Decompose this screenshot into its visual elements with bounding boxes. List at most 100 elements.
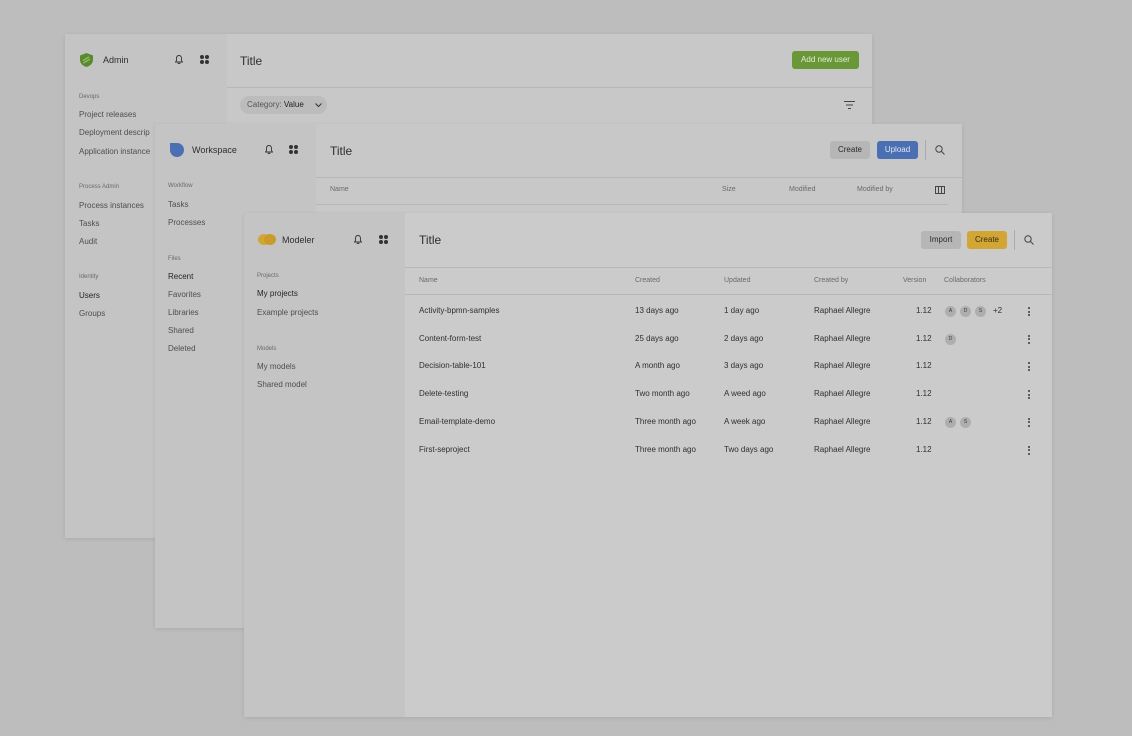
sidebar-item-my-projects[interactable]: My projects [257, 289, 298, 298]
header-divider [405, 267, 1052, 268]
updated-cell: 3 days ago [724, 361, 764, 371]
created-by-cell: Raphael Allegre [814, 444, 871, 454]
version-cell: 1.12 [916, 361, 932, 371]
created-cell: 13 days ago [635, 306, 679, 315]
created-by-cell: Raphael Allegre [814, 389, 871, 399]
section-title-projects: Projects [257, 273, 279, 279]
table-row[interactable]: Decision-table-101 A month ago 3 days ago R… [405, 361, 1052, 375]
avatar[interactable]: S [960, 416, 971, 428]
project-name-cell[interactable]: Content-form-test [419, 334, 481, 343]
column-header-modified-by[interactable]: Modified by [857, 186, 893, 193]
upload-button[interactable]: Upload [877, 141, 918, 159]
table-header-divider [405, 294, 1052, 295]
section-title-models: Models [257, 346, 277, 352]
table-header-divider [316, 204, 948, 205]
updated-cell: 2 days ago [724, 333, 764, 343]
created-by-cell: Raphael Allegre [814, 416, 871, 426]
workspace-logo-icon [170, 143, 184, 157]
column-header-created[interactable]: Created [635, 277, 660, 284]
sidebar-item-audit[interactable]: Audit [79, 237, 97, 246]
sidebar-item-deployment-descriptors[interactable]: Deployment descrip [79, 128, 150, 137]
more-vertical-icon[interactable] [1028, 390, 1030, 401]
modeler-window: Modeler Projects My projects Example pro… [244, 213, 1052, 717]
sidebar-item-users[interactable]: Users [79, 291, 100, 300]
table-row[interactable]: Content-form-test 25 days ago 2 days ago Ra… [405, 333, 1052, 348]
page-title: Title [240, 54, 263, 68]
more-vertical-icon[interactable] [1028, 445, 1030, 457]
section-title-process-admin: Process Admin [79, 184, 120, 190]
columns-icon[interactable] [935, 186, 945, 194]
search-icon[interactable] [1024, 235, 1034, 245]
version-cell: 1.12 [916, 389, 932, 399]
sidebar-item-libraries[interactable]: Libraries [168, 308, 199, 317]
sidebar-item-shared[interactable]: Shared [168, 326, 194, 335]
table-row[interactable]: Delete-testing Two month ago A weed ago Rap… [405, 389, 1052, 403]
create-button[interactable]: Create [967, 231, 1007, 249]
filter-label: Category: [247, 100, 284, 109]
chevron-down-icon [315, 103, 322, 108]
column-header-collaborators[interactable]: Collaborators [944, 277, 986, 284]
column-header-modified[interactable]: Modified [789, 186, 815, 193]
table-row[interactable]: Email-template-demo Three month ago A week… [405, 416, 1052, 431]
created-by-cell: Raphael Allegre [814, 306, 871, 315]
sidebar-item-process-instances[interactable]: Process instances [79, 201, 144, 210]
add-new-user-button[interactable]: Add new user [792, 51, 859, 69]
column-header-name[interactable]: Name [330, 186, 349, 193]
sidebar-item-deleted[interactable]: Deleted [168, 344, 196, 353]
search-icon[interactable] [935, 145, 945, 155]
create-button[interactable]: Create [830, 141, 870, 159]
project-name-cell[interactable]: Activity-bpmn-samples [419, 306, 499, 315]
table-row[interactable]: First-seproject Three month ago Two days a… [405, 445, 1052, 459]
column-header-updated[interactable]: Updated [724, 277, 750, 284]
sidebar-item-recent[interactable]: Recent [168, 272, 193, 281]
table-row[interactable]: Activity-bpmn-samples 13 days ago 1 day ag… [405, 306, 1052, 320]
more-vertical-icon[interactable] [1028, 334, 1030, 346]
project-name-cell[interactable]: Delete-testing [419, 389, 468, 398]
sidebar-item-my-models[interactable]: My models [257, 362, 296, 371]
more-vertical-icon[interactable] [1028, 417, 1030, 429]
more-vertical-icon[interactable] [1028, 307, 1030, 318]
project-name-cell[interactable]: Email-template-demo [419, 417, 495, 426]
column-header-name[interactable]: Name [419, 277, 438, 284]
sidebar-item-processes[interactable]: Processes [168, 218, 205, 227]
apps-grid-icon[interactable] [379, 235, 388, 244]
avatar[interactable]: S [975, 306, 986, 317]
sidebar-item-groups[interactable]: Groups [79, 309, 105, 318]
created-by-cell: Raphael Allegre [814, 361, 871, 371]
project-name-cell[interactable]: First-seproject [419, 445, 470, 454]
sidebar-item-example-projects[interactable]: Example projects [257, 308, 318, 317]
page-title: Title [330, 144, 353, 158]
avatar[interactable]: A [945, 306, 956, 317]
sidebar-item-tasks[interactable]: Tasks [79, 219, 99, 228]
header-divider [316, 177, 962, 178]
more-collaborators-count[interactable]: +2 [993, 306, 1002, 315]
apps-grid-icon[interactable] [289, 145, 298, 154]
avatar[interactable]: D [960, 306, 971, 317]
admin-app-name: Admin [103, 55, 129, 65]
modeler-sidebar: Modeler Projects My projects Example pro… [244, 213, 405, 717]
sidebar-item-application-instances[interactable]: Application instance [79, 147, 150, 156]
sidebar-item-shared-model[interactable]: Shared model [257, 380, 307, 389]
bell-icon[interactable] [354, 235, 362, 244]
import-button[interactable]: Import [921, 231, 961, 249]
more-vertical-icon[interactable] [1028, 362, 1030, 373]
column-header-size[interactable]: Size [722, 186, 736, 193]
updated-cell: A week ago [724, 416, 766, 426]
updated-cell: 1 day ago [724, 306, 760, 315]
modeler-logo-icon [258, 234, 276, 245]
column-header-created-by[interactable]: Created by [814, 277, 848, 284]
sidebar-item-tasks[interactable]: Tasks [168, 200, 188, 209]
apps-grid-icon[interactable] [200, 55, 209, 64]
bell-icon[interactable] [265, 145, 273, 154]
sidebar-item-project-releases[interactable]: Project releases [79, 110, 136, 119]
sidebar-item-favorites[interactable]: Favorites [168, 290, 201, 299]
project-name-cell[interactable]: Decision-table-101 [419, 361, 486, 370]
avatar[interactable]: A [945, 416, 956, 428]
filter-icon[interactable] [844, 101, 855, 109]
category-filter-chip[interactable]: Category: Value [240, 96, 327, 114]
toolbar-divider [925, 140, 926, 160]
created-cell: A month ago [635, 361, 680, 371]
column-header-version[interactable]: Version [903, 277, 926, 284]
bell-icon[interactable] [175, 55, 183, 64]
avatar[interactable]: D [945, 333, 956, 345]
